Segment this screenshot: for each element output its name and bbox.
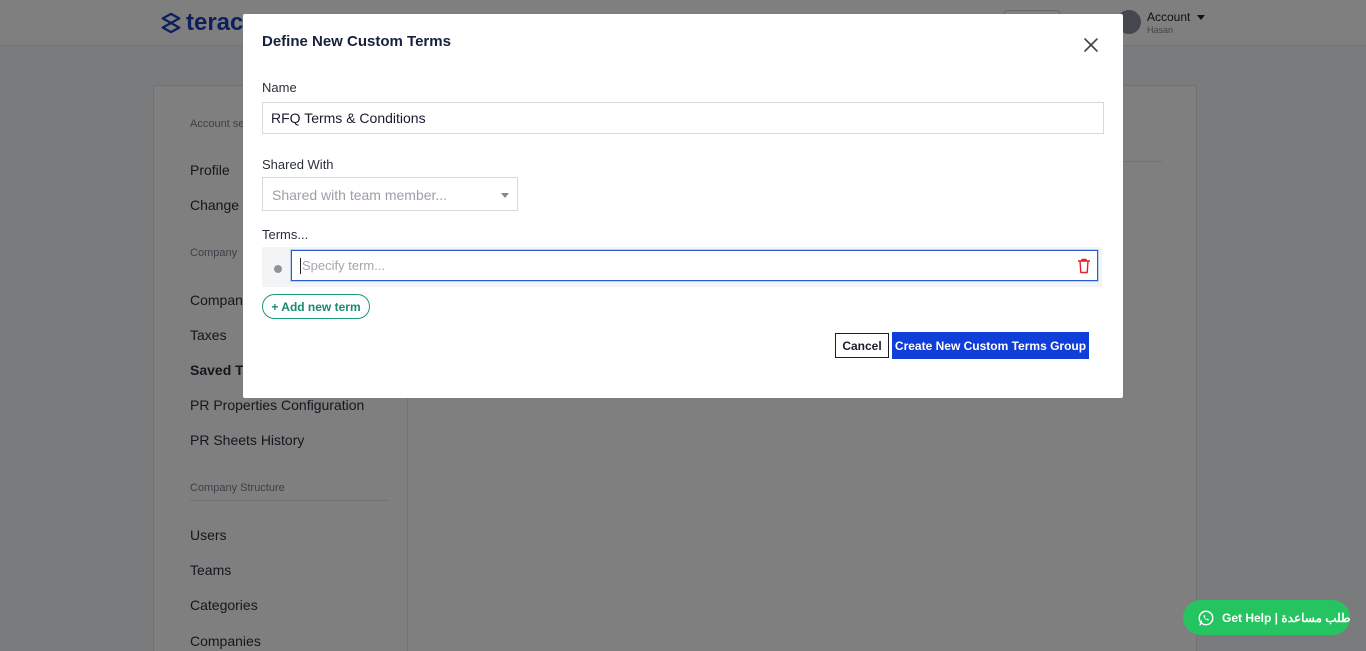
create-terms-group-button[interactable]: Create New Custom Terms Group <box>892 332 1089 359</box>
delete-term-button[interactable] <box>1077 258 1091 274</box>
terms-label: Terms... <box>262 227 309 242</box>
cancel-button[interactable]: Cancel <box>835 333 889 358</box>
get-help-label: Get Help | طلب مساعدة <box>1222 610 1351 625</box>
shared-with-placeholder: Shared with team member... <box>272 187 448 203</box>
close-button[interactable] <box>1081 35 1101 55</box>
term-placeholder: Specify term... <box>302 258 386 273</box>
chevron-down-icon <box>501 193 509 198</box>
close-icon <box>1084 38 1098 52</box>
text-cursor <box>300 258 301 274</box>
shared-with-select[interactable]: Shared with team member... <box>262 177 518 211</box>
add-new-term-button[interactable]: + Add new term <box>262 294 370 319</box>
trash-icon <box>1078 258 1090 274</box>
get-help-button[interactable]: Get Help | طلب مساعدة <box>1183 600 1351 635</box>
term-row: Specify term... <box>262 247 1102 287</box>
name-label: Name <box>262 80 297 95</box>
whatsapp-icon <box>1198 610 1214 625</box>
define-custom-terms-dialog: Define New Custom Terms Name Shared With… <box>243 14 1123 398</box>
shared-with-label: Shared With <box>262 157 334 172</box>
name-field[interactable] <box>262 102 1104 134</box>
drag-handle-icon[interactable] <box>274 265 282 273</box>
term-input[interactable]: Specify term... <box>291 250 1098 281</box>
dialog-title: Define New Custom Terms <box>262 33 451 50</box>
